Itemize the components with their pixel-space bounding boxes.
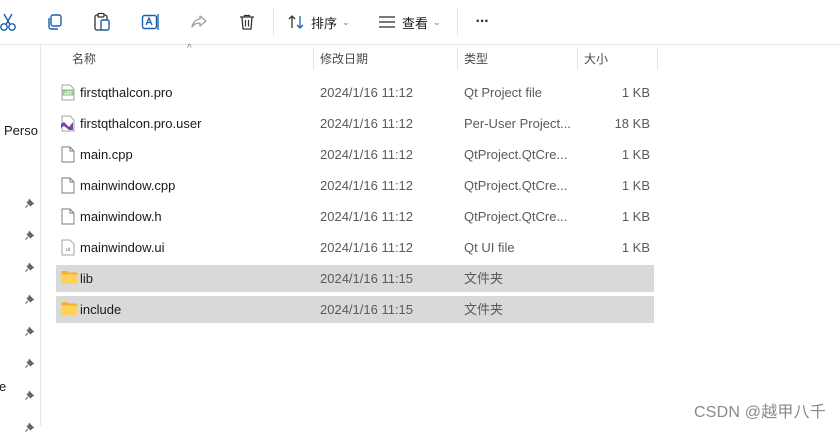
sort-label: 排序 — [311, 15, 338, 31]
file-size: 1 KB — [621, 178, 650, 193]
file-modified-date: 2024/1/16 11:12 — [320, 178, 414, 193]
file-modified-date: 2024/1/16 11:12 — [320, 147, 414, 162]
file-row[interactable]: ui mainwindow.ui 2024/1/16 11:12 Qt UI file… — [56, 234, 654, 261]
sort-button[interactable]: 排序 ⌄ — [287, 6, 357, 38]
file-modified-date: 2024/1/16 11:12 — [320, 209, 414, 224]
pin-icon[interactable] — [25, 324, 35, 336]
file-modified-date: 2024/1/16 11:12 — [320, 240, 414, 255]
file-type: 文件夹 — [464, 302, 504, 317]
column-date-header[interactable]: 修改日期 — [320, 45, 368, 73]
view-button[interactable]: 查看 ⌄ — [378, 6, 448, 38]
column-type-header[interactable]: 类型 — [464, 45, 488, 73]
file-row[interactable]: lib 2024/1/16 11:15 文件夹 — [56, 265, 654, 292]
view-lines-icon — [379, 16, 395, 28]
delete-button[interactable] — [235, 6, 259, 38]
file-size — [582, 265, 650, 292]
watermark: CSDN @越甲八千 — [693, 404, 826, 421]
file-size: 1 KB — [621, 147, 650, 162]
file-type: QtProject.QtCre... — [464, 178, 568, 193]
pin-icon[interactable] — [25, 292, 35, 304]
document-icon — [61, 177, 77, 194]
file-name: mainwindow.ui — [80, 240, 165, 255]
file-type: Qt Project file — [464, 85, 543, 100]
file-size: 1 KB — [621, 209, 650, 224]
share-icon — [191, 15, 207, 28]
nav-item-partial[interactable]: e — [0, 379, 6, 394]
cut-button[interactable] — [0, 6, 20, 38]
file-name: mainwindow.cpp — [80, 178, 176, 193]
document-icon — [61, 208, 77, 225]
file-modified-date: 2024/1/16 11:15 — [320, 302, 414, 317]
file-size: 1 KB — [621, 240, 650, 255]
svg-text:PRO: PRO — [64, 90, 73, 95]
file-size — [582, 296, 650, 323]
rename-button[interactable] — [139, 6, 163, 38]
folder-icon — [61, 301, 78, 318]
pin-icon[interactable] — [25, 420, 35, 432]
file-modified-date: 2024/1/16 11:12 — [320, 85, 414, 100]
qt-pro-icon: PRO — [61, 84, 77, 101]
file-name: mainwindow.h — [80, 209, 162, 224]
chevron-down-icon: ⌄ — [433, 16, 441, 27]
svg-text:ui: ui — [66, 247, 71, 253]
visual-studio-icon — [61, 115, 77, 132]
ellipsis-icon: ··· — [475, 13, 490, 30]
nav-item-personal[interactable]: Perso — [4, 123, 38, 138]
file-name: firstqthalcon.pro — [80, 85, 173, 100]
chevron-down-icon: ⌄ — [342, 16, 350, 27]
file-row[interactable]: PRO firstqthalcon.pro 2024/1/16 11:12 Qt Pr… — [56, 79, 654, 106]
file-modified-date: 2024/1/16 11:15 — [320, 271, 414, 286]
column-size-header[interactable]: 大小 — [584, 45, 608, 73]
pin-icon[interactable] — [25, 356, 35, 368]
file-name: firstqthalcon.pro.user — [80, 116, 202, 131]
paste-button[interactable] — [90, 6, 114, 38]
file-type: 文件夹 — [464, 271, 504, 286]
document-icon — [61, 146, 77, 163]
column-name-header[interactable]: 名称 — [72, 45, 96, 73]
share-button[interactable] — [187, 6, 211, 38]
file-name: include — [80, 302, 122, 317]
sort-ascending-icon: ^ — [187, 43, 192, 54]
pin-icon[interactable] — [25, 388, 35, 400]
copy-button[interactable] — [43, 6, 67, 38]
ui-file-icon: ui — [61, 239, 77, 256]
file-type: Per-User Project... — [464, 116, 571, 131]
file-row[interactable]: include 2024/1/16 11:15 文件夹 — [56, 296, 654, 323]
sort-arrows-icon — [288, 15, 304, 29]
trash-icon — [240, 14, 254, 30]
file-row[interactable]: mainwindow.cpp 2024/1/16 11:12 QtProject.Q… — [56, 172, 654, 199]
file-size: 18 KB — [614, 116, 650, 131]
column-header: ^ 名称 修改日期 类型 大小 — [41, 43, 840, 73]
rename-icon — [141, 14, 159, 30]
scissors-icon — [0, 13, 16, 31]
view-label: 查看 — [402, 15, 429, 31]
file-name: lib — [80, 271, 94, 286]
command-bar: 排序 ⌄ 查看 ⌄ ··· — [0, 0, 840, 45]
folder-icon — [61, 270, 78, 287]
file-type: QtProject.QtCre... — [464, 147, 568, 162]
file-row[interactable]: mainwindow.h 2024/1/16 11:12 QtProject.QtC… — [56, 203, 654, 230]
file-modified-date: 2024/1/16 11:12 — [320, 116, 414, 131]
copy-icon — [48, 14, 62, 30]
pin-icon[interactable] — [25, 260, 35, 272]
file-type: QtProject.QtCre... — [464, 209, 568, 224]
file-name: main.cpp — [80, 147, 133, 162]
file-type: Qt UI file — [464, 240, 515, 255]
pin-icon[interactable] — [25, 196, 35, 208]
more-options-button[interactable]: ··· — [468, 6, 496, 38]
clipboard-icon — [94, 12, 110, 31]
file-size: 1 KB — [621, 85, 650, 100]
file-row[interactable]: main.cpp 2024/1/16 11:12 QtProject.QtCre..… — [56, 141, 654, 168]
file-row[interactable]: firstqthalcon.pro.user 2024/1/16 11:12 Per… — [56, 110, 654, 137]
pin-icon[interactable] — [25, 228, 35, 240]
